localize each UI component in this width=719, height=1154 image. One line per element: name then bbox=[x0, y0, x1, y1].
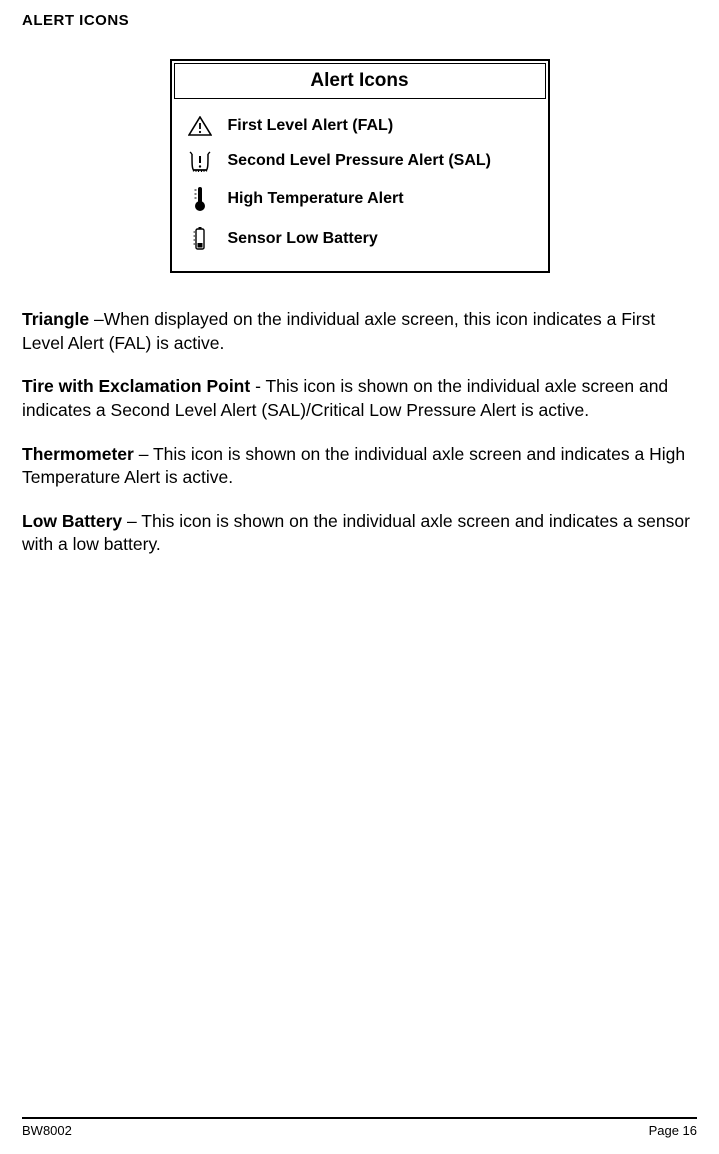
term: Thermometer bbox=[22, 444, 134, 464]
section-title: ALERT ICONS bbox=[22, 12, 697, 29]
triangle-alert-icon bbox=[186, 116, 214, 136]
footer-right: Page 16 bbox=[649, 1123, 697, 1138]
description: – This icon is shown on the individual a… bbox=[22, 511, 690, 555]
table-header: Alert Icons bbox=[174, 63, 546, 99]
description: –When displayed on the individual axle s… bbox=[22, 309, 655, 353]
paragraph-thermometer: Thermometer – This icon is shown on the … bbox=[22, 443, 697, 490]
tire-exclamation-icon bbox=[186, 150, 214, 172]
table-row-label: High Temperature Alert bbox=[228, 190, 404, 208]
table-row: First Level Alert (FAL) bbox=[186, 109, 538, 143]
table-row: High Temperature Alert bbox=[186, 179, 538, 219]
term: Triangle bbox=[22, 309, 89, 329]
paragraph-low-battery: Low Battery – This icon is shown on the … bbox=[22, 510, 697, 557]
footer-left: BW8002 bbox=[22, 1123, 72, 1138]
table-row-label: Sensor Low Battery bbox=[228, 230, 378, 248]
alert-icons-table: Alert Icons First Level Alert (FAL) bbox=[170, 59, 550, 273]
paragraph-triangle: Triangle –When displayed on the individu… bbox=[22, 308, 697, 355]
table-row: Sensor Low Battery bbox=[186, 219, 538, 259]
table-row-label: Second Level Pressure Alert (SAL) bbox=[228, 152, 492, 170]
table-row-label: First Level Alert (FAL) bbox=[228, 117, 394, 135]
footer-divider bbox=[22, 1117, 697, 1119]
page-footer: BW8002 Page 16 bbox=[22, 1117, 697, 1138]
paragraph-tire: Tire with Exclamation Point - This icon … bbox=[22, 375, 697, 422]
thermometer-icon bbox=[186, 186, 214, 212]
low-battery-icon bbox=[186, 226, 214, 252]
table-row: Second Level Pressure Alert (SAL) bbox=[186, 143, 538, 179]
term: Low Battery bbox=[22, 511, 122, 531]
term: Tire with Exclamation Point bbox=[22, 376, 250, 396]
